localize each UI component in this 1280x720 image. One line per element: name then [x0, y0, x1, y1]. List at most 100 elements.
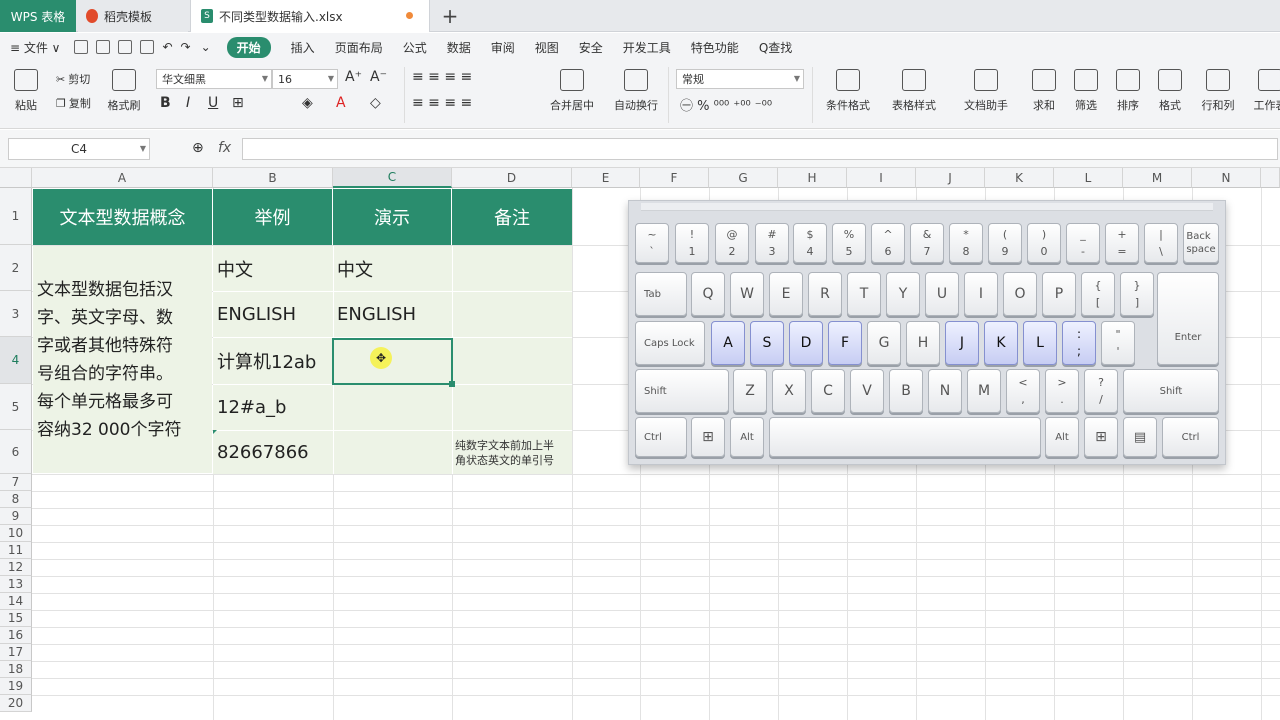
key-minus[interactable]: _ -	[1066, 223, 1100, 263]
column-header-b[interactable]: B	[213, 168, 333, 188]
eraser-icon[interactable]: ◇	[370, 95, 381, 111]
paste-button[interactable]: 粘贴	[0, 65, 56, 113]
key-left-bracket[interactable]: {[	[1081, 272, 1115, 316]
cut-button[interactable]: ✂ 剪切	[56, 71, 90, 87]
menu-formula[interactable]: 公式	[403, 39, 427, 56]
doc-helper-button[interactable]: 文档助手	[956, 65, 1016, 113]
cell-a2-merged[interactable]: 文本型数据包括汉 字、英文字母、数 字或者其他特殊符 号组合的字符串。 每个单元…	[33, 246, 212, 473]
key-x[interactable]: X	[772, 369, 806, 413]
row-header-19[interactable]: 19	[0, 678, 32, 695]
cell-b1[interactable]: 举例	[213, 189, 333, 245]
key-0[interactable]: ) 0	[1027, 223, 1061, 263]
key-h[interactable]: H	[906, 321, 940, 365]
active-cell-c4[interactable]	[332, 338, 455, 387]
key-j[interactable]: J	[945, 321, 979, 365]
key-y[interactable]: Y	[886, 272, 920, 316]
row-header-18[interactable]: 18	[0, 661, 32, 678]
wrap-text-button[interactable]: 自动换行	[606, 65, 666, 113]
column-header-f[interactable]: F	[640, 168, 709, 188]
key-d[interactable]: D	[789, 321, 823, 365]
menu-page-layout[interactable]: 页面布局	[335, 39, 383, 56]
column-header-m[interactable]: M	[1123, 168, 1192, 188]
key-left-alt[interactable]: Alt	[730, 417, 764, 457]
key-backspace[interactable]: Back space	[1183, 223, 1219, 263]
column-header-j[interactable]: J	[916, 168, 985, 188]
key-k[interactable]: K	[984, 321, 1018, 365]
key-1[interactable]: ! 1	[675, 223, 709, 263]
key-g[interactable]: G	[867, 321, 901, 365]
key-q[interactable]: Q	[691, 272, 725, 316]
key-w[interactable]: W	[730, 272, 764, 316]
cell-d1[interactable]: 备注	[452, 189, 572, 245]
row-header-2[interactable]: 2	[0, 245, 32, 291]
menu-data[interactable]: 数据	[447, 39, 471, 56]
key-e[interactable]: E	[769, 272, 803, 316]
worksheet-button[interactable]: 工作表	[1240, 65, 1280, 113]
key-p[interactable]: P	[1042, 272, 1076, 316]
menu-developer[interactable]: 开发工具	[623, 39, 671, 56]
row-header-14[interactable]: 14	[0, 593, 32, 610]
row-header-13[interactable]: 13	[0, 576, 32, 593]
key-slash[interactable]: ? /	[1084, 369, 1118, 413]
key-period[interactable]: >.	[1045, 369, 1079, 413]
key-n[interactable]: N	[928, 369, 962, 413]
key-6[interactable]: ^ 6	[871, 223, 905, 263]
key-m[interactable]: M	[967, 369, 1001, 413]
italic-button[interactable]: I	[186, 95, 190, 111]
conditional-format-button[interactable]: 条件格式	[818, 65, 878, 113]
key-right-bracket[interactable]: }]	[1120, 272, 1154, 316]
merge-center-button[interactable]: 合并居中	[542, 65, 602, 113]
key-z[interactable]: Z	[733, 369, 767, 413]
fill-color-icon[interactable]: ◈	[302, 95, 313, 111]
key-enter[interactable]: Enter	[1157, 272, 1219, 365]
menu-view[interactable]: 视图	[535, 39, 559, 56]
copy-button[interactable]: ❐ 复制	[56, 95, 91, 111]
row-header-11[interactable]: 11	[0, 542, 32, 559]
column-header-n[interactable]: N	[1192, 168, 1261, 188]
row-header-16[interactable]: 16	[0, 627, 32, 644]
tab-template[interactable]: 稻壳模板	[78, 0, 188, 32]
menu-review[interactable]: 审阅	[491, 39, 515, 56]
underline-button[interactable]: U	[208, 95, 218, 111]
key-right-shift[interactable]: Shift	[1123, 369, 1219, 413]
key-t[interactable]: T	[847, 272, 881, 316]
row-header-3[interactable]: 3	[0, 291, 32, 337]
column-header-l[interactable]: L	[1054, 168, 1123, 188]
table-style-button[interactable]: 表格样式	[884, 65, 944, 113]
formula-input[interactable]	[242, 138, 1278, 160]
row-header-7[interactable]: 7	[0, 474, 32, 491]
key-space[interactable]	[769, 417, 1041, 457]
key-tilde[interactable]: ~ `	[635, 223, 669, 263]
menu-security[interactable]: 安全	[579, 39, 603, 56]
align-top-icon[interactable]: ≡ ≡ ≡ ≡	[412, 69, 472, 85]
windows-key-icon[interactable]: ⊞	[691, 417, 725, 457]
row-header-5[interactable]: 5	[0, 384, 32, 430]
key-comma[interactable]: <,	[1006, 369, 1040, 413]
key-o[interactable]: O	[1003, 272, 1037, 316]
export-icon[interactable]	[96, 40, 111, 54]
column-header-g[interactable]: G	[709, 168, 778, 188]
search-menu[interactable]: Q查找	[759, 39, 792, 56]
cell-b4[interactable]: 计算机12ab	[213, 338, 333, 384]
key-l[interactable]: L	[1023, 321, 1057, 365]
key-5[interactable]: % 5	[832, 223, 866, 263]
menu-start[interactable]: 开始	[226, 36, 271, 58]
cell-a1[interactable]: 文本型数据概念	[33, 189, 213, 245]
row-header-12[interactable]: 12	[0, 559, 32, 576]
menu-key-icon[interactable]: ▤	[1123, 417, 1157, 457]
file-menu[interactable]: ≡ 文件 ∨	[10, 39, 60, 56]
key-tab[interactable]: Tab	[635, 272, 687, 316]
cell-c2[interactable]: 中文	[333, 246, 452, 291]
font-color-icon[interactable]: A	[336, 95, 346, 111]
key-s[interactable]: S	[750, 321, 784, 365]
key-backslash[interactable]: | \	[1144, 223, 1178, 263]
row-header-8[interactable]: 8	[0, 491, 32, 508]
preview-icon[interactable]	[140, 40, 155, 54]
key-i[interactable]: I	[964, 272, 998, 316]
row-header-9[interactable]: 9	[0, 508, 32, 525]
bold-button[interactable]: B	[160, 95, 171, 111]
format-painter-button[interactable]: 格式刷	[94, 65, 154, 113]
row-header-4[interactable]: 4	[0, 337, 32, 384]
cell-b3[interactable]: ENGLISH	[213, 292, 333, 337]
chevron-down-icon[interactable]: ⌄	[201, 40, 211, 54]
